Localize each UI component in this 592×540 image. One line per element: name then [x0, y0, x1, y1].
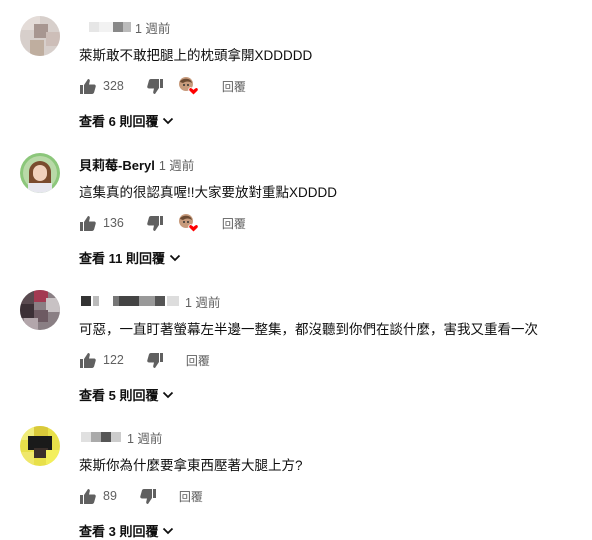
comment-header: 貝莉莓-Beryl 1 週前 [79, 155, 194, 173]
like-count: 136 [103, 216, 124, 230]
comment-time[interactable]: 1 週前 [135, 18, 170, 37]
view-replies-button[interactable]: 查看 11 則回覆 [79, 248, 181, 267]
thumb-up-icon[interactable] [79, 214, 97, 232]
chevron-down-icon [163, 527, 174, 534]
comment-text: 可惡，一直盯著螢幕左半邊一整集，都沒聽到你們在談什麼，害我又重看一次 [79, 322, 538, 337]
reply-button[interactable]: 回覆 [222, 215, 246, 232]
reply-button[interactable]: 回覆 [179, 488, 203, 505]
comment-text: 這集真的很認真喔!!大家要放對重點XDDDD [79, 185, 338, 200]
comment-text: 萊斯你為什麼要拿東西壓著大腿上方? [79, 458, 303, 473]
view-replies-button[interactable]: 查看 6 則回覆 [79, 111, 174, 130]
comment-text: 萊斯敢不敢把腿上的枕頭拿開XDDDDD [79, 48, 313, 63]
chevron-down-icon [163, 391, 174, 398]
like-count: 328 [103, 79, 124, 93]
view-replies-label: 查看 3 則回覆 [79, 524, 159, 539]
like-count: 89 [103, 489, 117, 503]
author-name-blurred[interactable] [79, 432, 123, 442]
thumb-down-icon[interactable] [139, 487, 157, 505]
comment-time[interactable]: 1 週前 [185, 292, 220, 311]
comment-actions: 136 回覆 [79, 213, 246, 233]
thumb-down-icon[interactable] [146, 351, 164, 369]
avatar[interactable] [20, 16, 60, 56]
comment-header: 1 週前 [79, 428, 162, 446]
thumb-up-icon[interactable] [79, 351, 97, 369]
comment-header: 1 週前 [79, 292, 220, 310]
view-replies-label: 查看 5 則回覆 [79, 388, 159, 403]
comment-time[interactable]: 1 週前 [127, 428, 162, 447]
view-replies-label: 查看 6 則回覆 [79, 114, 159, 129]
thumb-down-icon[interactable] [146, 77, 164, 95]
author-name[interactable]: 貝莉莓-Beryl [79, 155, 155, 174]
chevron-down-icon [169, 254, 181, 261]
author-name-blurred[interactable] [79, 22, 131, 32]
thumb-up-icon[interactable] [79, 77, 97, 95]
comment-time[interactable]: 1 週前 [159, 155, 194, 174]
reply-button[interactable]: 回覆 [186, 352, 210, 369]
view-replies-button[interactable]: 查看 3 則回覆 [79, 521, 174, 540]
thumb-down-icon[interactable] [146, 214, 164, 232]
avatar[interactable] [20, 426, 60, 466]
comment-header: 1 週前 [79, 18, 170, 36]
reply-button[interactable]: 回覆 [222, 78, 246, 95]
creator-heart-icon [178, 213, 200, 233]
view-replies-button[interactable]: 查看 5 則回覆 [79, 385, 174, 404]
thumb-up-icon[interactable] [79, 487, 97, 505]
creator-heart-icon [178, 76, 200, 96]
avatar[interactable] [20, 290, 60, 330]
chevron-down-icon [163, 117, 174, 124]
author-name-blurred[interactable] [79, 296, 181, 306]
comment-actions: 89 回覆 [79, 486, 203, 506]
view-replies-label: 查看 11 則回覆 [79, 251, 165, 266]
comment-actions: 122 回覆 [79, 350, 210, 370]
avatar[interactable] [20, 153, 60, 193]
comment-actions: 328 回覆 [79, 76, 246, 96]
like-count: 122 [103, 353, 124, 367]
